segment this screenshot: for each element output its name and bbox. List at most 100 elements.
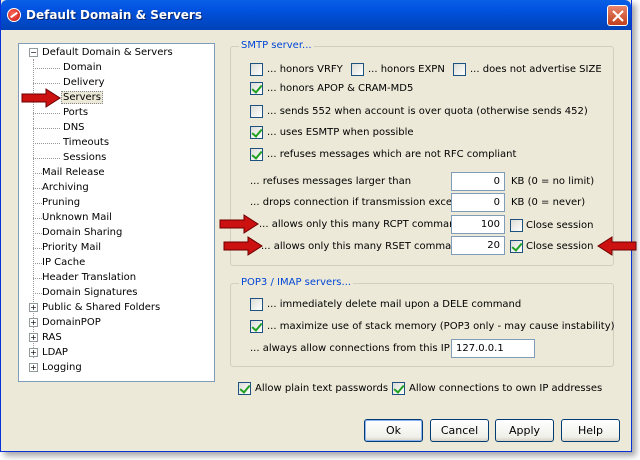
tree-item-label: Domain	[63, 62, 102, 73]
tree-item-label: Timeouts	[63, 137, 110, 148]
tree-item-public-shared-folders[interactable]: Public & Shared Folders	[42, 301, 160, 315]
tree-item-domain-sharing[interactable]: Domain Sharing	[42, 226, 122, 240]
drop-connection-unit: KB (0 = never)	[511, 197, 586, 208]
tree-item-label: Ports	[63, 107, 89, 118]
window-title: Default Domain & Servers	[26, 8, 202, 22]
tree-connector	[33, 113, 60, 114]
tree-item-label: Pruning	[42, 197, 81, 208]
checkbox-box[interactable]	[238, 382, 251, 395]
tree-connector	[33, 83, 60, 84]
tree-item-label: Delivery	[63, 77, 105, 88]
drop-connection-label: ... drops connection if transmission exc…	[250, 197, 470, 208]
red-arrow-icon	[597, 236, 637, 256]
close-button[interactable]	[607, 5, 628, 26]
pop-imap-group-label: POP3 / IMAP servers...	[239, 277, 354, 289]
checkbox-label: ... uses ESMTP when possible	[267, 127, 414, 138]
rset-commands-input[interactable]: 20	[451, 236, 505, 255]
rcpt-commands-input[interactable]: 100	[451, 215, 505, 234]
tree-item-domain[interactable]: Domain	[63, 61, 102, 75]
tree-connector	[33, 278, 42, 279]
tree-item-domain-signatures[interactable]: Domain Signatures	[42, 286, 137, 300]
checkbox-label: ... honors APOP & CRAM-MD5	[267, 83, 414, 94]
tree-item-label: Domain Signatures	[42, 287, 138, 298]
tree-connector	[33, 218, 42, 219]
checkbox-label: ... does not advertise SIZE	[470, 64, 602, 75]
checkbox-box[interactable]	[351, 63, 364, 76]
tree-item-priority-mail[interactable]: Priority Mail	[42, 241, 101, 255]
checkbox-box[interactable]	[392, 382, 405, 395]
collapse-icon[interactable]: −	[29, 48, 38, 57]
tree-connector	[33, 233, 42, 234]
tree-item-pruning[interactable]: Pruning	[42, 196, 80, 210]
tree-connector	[33, 293, 42, 294]
tree-item-label: Public & Shared Folders	[42, 302, 161, 313]
tree-connector	[33, 203, 42, 204]
checkbox-box[interactable]	[453, 63, 466, 76]
tree-item-label: Archiving	[42, 182, 89, 193]
title-bar[interactable]: Default Domain & Servers	[1, 0, 631, 30]
tree-item-label: LDAP	[42, 347, 68, 358]
tree-item-delivery[interactable]: Delivery	[63, 76, 105, 90]
checkbox-box[interactable]	[510, 219, 523, 232]
tree-connector	[33, 263, 42, 264]
tree-item-logging[interactable]: Logging	[42, 361, 82, 375]
tree-item-archiving[interactable]: Archiving	[42, 181, 89, 195]
checkbox-box[interactable]	[510, 240, 523, 253]
tree-item-timeouts[interactable]: Timeouts	[63, 136, 109, 150]
tree-item-ip-cache[interactable]: IP Cache	[42, 256, 85, 270]
checkbox-label: Allow plain text passwords	[255, 383, 389, 394]
allow-ip-input[interactable]: 127.0.0.1	[451, 339, 535, 358]
expand-icon[interactable]: +	[29, 363, 38, 372]
max-size-unit: KB (0 = no limit)	[511, 176, 595, 187]
tree-item-label: Domain Sharing	[42, 227, 123, 238]
tree-item-mail-release[interactable]: Mail Release	[42, 166, 105, 180]
checkbox-box[interactable]	[250, 126, 263, 139]
cancel-button[interactable]: Cancel	[430, 419, 489, 442]
tree-connector	[33, 248, 42, 249]
expand-icon[interactable]: +	[29, 348, 38, 357]
rset-commands-label: ... allows only this many RSET commands	[261, 241, 470, 252]
checkbox-box[interactable]	[250, 320, 263, 333]
tree-item-unknown-mail[interactable]: Unknown Mail	[42, 211, 112, 225]
tree-item-default-domain-servers[interactable]: Default Domain & Servers	[42, 46, 173, 60]
expand-icon[interactable]: +	[29, 318, 38, 327]
tree-connector	[33, 158, 60, 159]
tree-item-ras[interactable]: RAS	[42, 331, 62, 345]
tree-item-label: Priority Mail	[42, 242, 102, 253]
checkbox-label: Close session	[526, 220, 594, 231]
app-icon	[7, 8, 21, 22]
checkbox-box[interactable]	[250, 105, 263, 118]
help-button[interactable]: Help	[561, 419, 620, 442]
checkbox-label: ... immediately delete mail upon a DELE …	[267, 299, 522, 310]
ok-button[interactable]: Ok	[364, 419, 423, 442]
expand-icon[interactable]: +	[29, 303, 38, 312]
tree-item-domainpop[interactable]: DomainPOP	[42, 316, 101, 330]
tree-item-header-translation[interactable]: Header Translation	[42, 271, 136, 285]
dialog-window: Default Domain & Servers − Default Domai…	[0, 0, 632, 452]
red-arrow-icon	[219, 214, 259, 234]
tree-item-label: RAS	[42, 332, 62, 343]
checkbox-box[interactable]	[250, 148, 263, 161]
max-size-label: ... refuses messages larger than	[250, 176, 412, 187]
tree-item-label: Logging	[42, 362, 82, 373]
tree-item-servers[interactable]: Servers	[61, 91, 104, 105]
tree-item-dns[interactable]: DNS	[63, 121, 85, 135]
tree-connector	[33, 68, 60, 69]
apply-button[interactable]: Apply	[495, 419, 554, 442]
tree-item-label: DNS	[63, 122, 85, 133]
tree-item-ports[interactable]: Ports	[63, 106, 88, 120]
close-icon	[612, 10, 624, 22]
tree-connector	[33, 128, 60, 129]
checkbox-box[interactable]	[250, 82, 263, 95]
drop-connection-input[interactable]: 0	[451, 193, 505, 212]
tree-connector	[33, 188, 42, 189]
expand-icon[interactable]: +	[29, 333, 38, 342]
checkbox-box[interactable]	[250, 63, 263, 76]
red-arrow-icon	[223, 236, 263, 256]
tree-item-sessions[interactable]: Sessions	[63, 151, 106, 165]
tree-item-label: Header Translation	[42, 272, 137, 283]
tree-item-ldap[interactable]: LDAP	[42, 346, 68, 360]
checkbox-box[interactable]	[250, 298, 263, 311]
tree-connector	[33, 143, 60, 144]
max-size-input[interactable]: 0	[451, 172, 505, 191]
